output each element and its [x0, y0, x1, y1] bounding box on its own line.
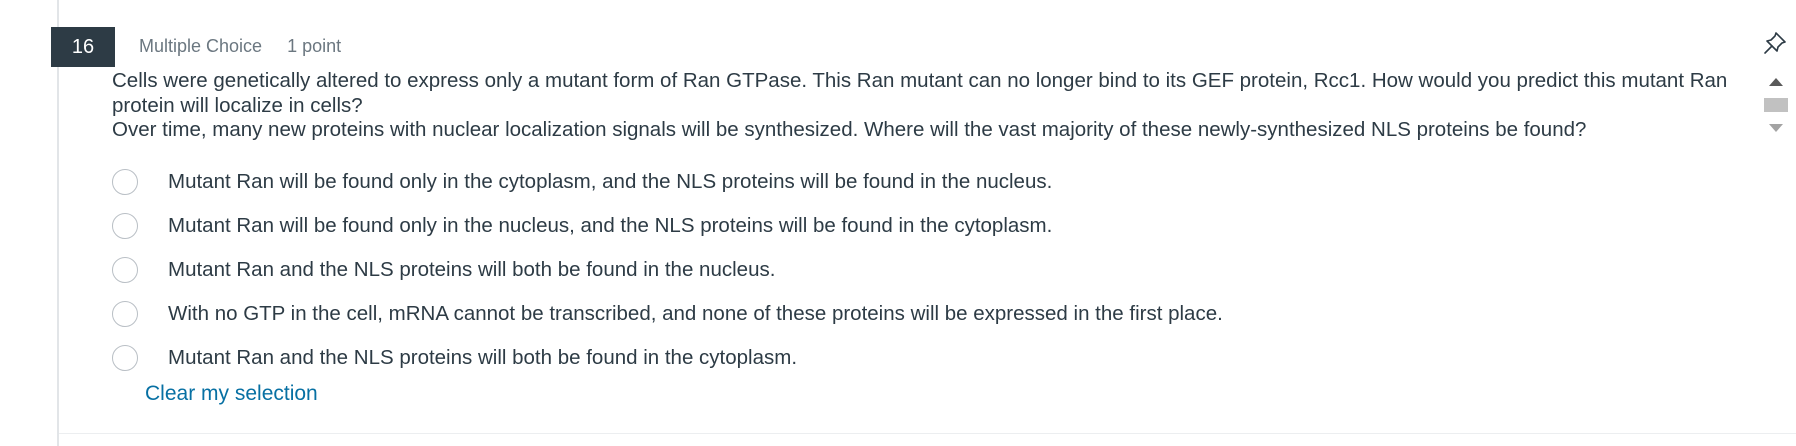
question-divider — [59, 433, 1796, 434]
answer-options: Mutant Ran will be found only in the cyt… — [112, 160, 1712, 380]
answer-option[interactable]: Mutant Ran will be found only in the nuc… — [112, 204, 1712, 248]
radio-unselected-icon[interactable] — [112, 257, 138, 283]
question-type-label: Multiple Choice — [139, 36, 263, 56]
question-number-badge: 16 — [51, 27, 115, 67]
answer-option-label[interactable]: Mutant Ran and the NLS proteins will bot… — [168, 258, 775, 282]
clear-selection-link[interactable]: Clear my selection — [145, 382, 318, 406]
chevron-down-icon[interactable] — [1769, 124, 1783, 132]
answer-option[interactable]: Mutant Ran and the NLS proteins will bot… — [112, 248, 1712, 292]
radio-unselected-icon[interactable] — [112, 301, 138, 327]
question-scrollbar[interactable] — [1763, 74, 1789, 142]
question-points-label: 1 point — [287, 36, 342, 56]
question-text: Cells were genetically altered to expres… — [112, 69, 1728, 117]
question-header: Multiple Choice 1 point — [139, 36, 341, 57]
chevron-up-icon[interactable] — [1769, 78, 1783, 86]
scrollbar-thumb[interactable] — [1764, 98, 1788, 112]
radio-unselected-icon[interactable] — [112, 213, 138, 239]
answer-option[interactable]: With no GTP in the cell, mRNA cannot be … — [112, 292, 1712, 336]
question-stem: Cells were genetically altered to expres… — [112, 69, 1752, 143]
question-text: Over time, many new proteins with nuclea… — [112, 118, 1587, 141]
radio-unselected-icon[interactable] — [112, 345, 138, 371]
answer-option-label[interactable]: Mutant Ran and the NLS proteins will bot… — [168, 346, 797, 370]
answer-option-label[interactable]: Mutant Ran will be found only in the nuc… — [168, 214, 1052, 238]
answer-option[interactable]: Mutant Ran and the NLS proteins will bot… — [112, 336, 1712, 380]
radio-unselected-icon[interactable] — [112, 169, 138, 195]
answer-option-label[interactable]: Mutant Ran will be found only in the cyt… — [168, 170, 1052, 194]
pin-icon[interactable] — [1762, 30, 1788, 56]
answer-option-label[interactable]: With no GTP in the cell, mRNA cannot be … — [168, 302, 1223, 326]
answer-option[interactable]: Mutant Ran will be found only in the cyt… — [112, 160, 1712, 204]
